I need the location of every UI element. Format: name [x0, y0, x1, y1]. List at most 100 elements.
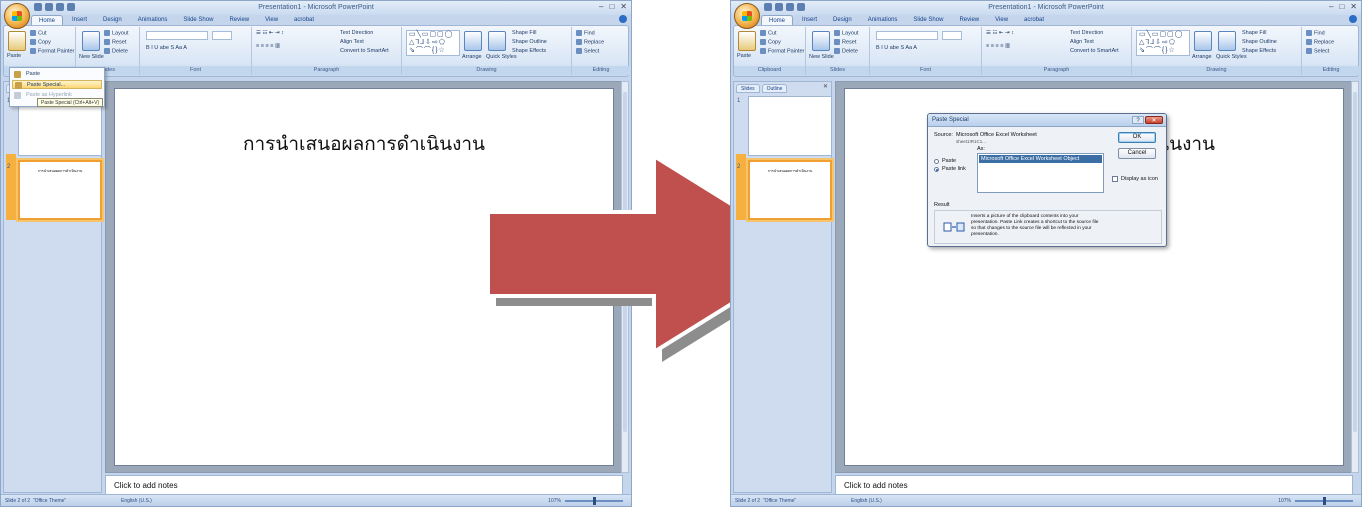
close-icon[interactable]: ✕ [822, 84, 829, 91]
notes-pane[interactable]: Click to add notes [835, 475, 1353, 495]
tab-acrobat[interactable]: acrobat [287, 15, 321, 25]
shape-fill-button[interactable]: Shape Fill [1242, 30, 1266, 36]
tab-animations[interactable]: Animations [131, 15, 175, 25]
shape-effects-button[interactable]: Shape Effects [512, 48, 546, 54]
replace-button[interactable]: Replace [1306, 39, 1334, 45]
paste-button[interactable]: Paste [7, 53, 21, 59]
select-button[interactable]: Select [576, 48, 599, 54]
tab-home[interactable]: Home [761, 15, 794, 25]
tab-view[interactable]: View [258, 15, 285, 25]
convert-smartart-button[interactable]: Convert to SmartArt [1070, 48, 1119, 54]
tab-design[interactable]: Design [96, 15, 129, 25]
align-text-button[interactable]: Align Text [1070, 39, 1094, 45]
arrange-button[interactable]: Arrange [1192, 54, 1212, 60]
minimize-icon[interactable]: – [1329, 2, 1333, 11]
tab-view[interactable]: View [988, 15, 1015, 25]
replace-button[interactable]: Replace [576, 39, 604, 45]
shape-effects-button[interactable]: Shape Effects [1242, 48, 1276, 54]
shape-outline-button[interactable]: Shape Outline [1242, 39, 1277, 45]
zoom-level[interactable]: 107% [1278, 495, 1291, 506]
align-row[interactable]: ≡ ≡ ≡ ≡ ▥ [986, 43, 1010, 49]
layout-button[interactable]: Layout [104, 30, 129, 36]
tab-review[interactable]: Review [222, 15, 256, 25]
quick-styles-icon[interactable] [1218, 31, 1236, 51]
tab-slide-show[interactable]: Slide Show [176, 15, 220, 25]
maximize-icon[interactable]: □ [1339, 2, 1344, 11]
paste-radio-label[interactable]: Paste [942, 158, 956, 164]
format-painter-button[interactable]: Format Painter [30, 48, 74, 54]
new-slide-button[interactable]: New Slide [79, 54, 104, 60]
tab-insert[interactable]: Insert [795, 15, 824, 25]
font-name-combo[interactable] [146, 31, 208, 40]
text-direction-button[interactable]: Text Direction [340, 30, 373, 36]
quick-styles-button[interactable]: Quick Styles [1216, 54, 1247, 60]
slide-thumbnail-1[interactable] [748, 96, 832, 156]
display-as-icon-checkbox[interactable] [1112, 176, 1118, 182]
tab-animations[interactable]: Animations [861, 15, 905, 25]
copy-button[interactable]: Copy [760, 39, 781, 45]
reset-button[interactable]: Reset [104, 39, 126, 45]
slide-thumbnail-2[interactable]: การนำเสนอผลการดำเนินงาน [748, 160, 832, 220]
close-icon[interactable]: ✕ [1350, 2, 1357, 11]
font-format-row[interactable]: B I U abe S Aa A [146, 45, 187, 51]
shape-fill-button[interactable]: Shape Fill [512, 30, 536, 36]
quick-styles-button[interactable]: Quick Styles [486, 54, 517, 60]
slide-thumbnail-2[interactable]: การนำเสนอผลการดำเนินงาน [18, 160, 102, 220]
new-slide-button[interactable]: New Slide [809, 54, 834, 60]
convert-smartart-button[interactable]: Convert to SmartArt [340, 48, 389, 54]
tab-design[interactable]: Design [826, 15, 859, 25]
help-icon[interactable] [619, 15, 627, 23]
tab-review[interactable]: Review [952, 15, 986, 25]
tab-slide-show[interactable]: Slide Show [906, 15, 950, 25]
font-size-combo[interactable] [212, 31, 232, 40]
scroll-thumb[interactable] [1353, 92, 1357, 432]
ok-button[interactable]: OK [1118, 132, 1156, 143]
paste-link-radio[interactable] [934, 167, 939, 172]
new-slide-icon[interactable] [812, 31, 830, 51]
minimize-icon[interactable]: – [599, 2, 603, 11]
shapes-gallery[interactable]: ▭╲▭▢▢◯ △⅂⅃⇩⇨⬠ ⇘⌒⌒{}☆ [406, 30, 460, 56]
close-icon[interactable]: ✕ [620, 2, 627, 11]
menu-item-paste[interactable]: Paste [12, 70, 102, 79]
cut-button[interactable]: Cut [30, 30, 47, 36]
tab-home[interactable]: Home [31, 15, 64, 25]
find-button[interactable]: Find [576, 30, 595, 36]
font-name-combo[interactable] [876, 31, 938, 40]
paste-radio[interactable] [934, 159, 939, 164]
arrange-icon[interactable] [1194, 31, 1212, 51]
tab-insert[interactable]: Insert [65, 15, 94, 25]
arrange-icon[interactable] [464, 31, 482, 51]
delete-button[interactable]: Delete [104, 48, 128, 54]
arrange-button[interactable]: Arrange [462, 54, 482, 60]
paste-link-radio-label[interactable]: Paste link [942, 166, 966, 172]
shapes-gallery[interactable]: ▭╲▭▢▢◯ △⅂⅃⇩⇨⬠ ⇘⌒⌒{}☆ [1136, 30, 1190, 56]
text-direction-button[interactable]: Text Direction [1070, 30, 1103, 36]
display-as-icon-label[interactable]: Display as icon [1121, 176, 1158, 182]
font-size-combo[interactable] [942, 31, 962, 40]
notes-pane[interactable]: Click to add notes [105, 475, 623, 495]
list-option-excel-object[interactable]: Microsoft Office Excel Worksheet Object [979, 155, 1102, 163]
align-text-button[interactable]: Align Text [340, 39, 364, 45]
align-row[interactable]: ≡ ≡ ≡ ≡ ▥ [256, 43, 280, 49]
bullets-row[interactable]: ☰ ☷ ⇤ ⇥ ↕ [256, 30, 284, 36]
zoom-slider[interactable] [1295, 497, 1353, 505]
close-icon[interactable]: ✕ [1145, 116, 1163, 124]
menu-item-paste-special[interactable]: Paste Special... [12, 80, 102, 89]
help-icon[interactable]: ? [1132, 116, 1144, 124]
font-format-row[interactable]: B I U abe S Aa A [876, 45, 917, 51]
zoom-level[interactable]: 107% [548, 495, 561, 506]
copy-button[interactable]: Copy [30, 39, 51, 45]
delete-button[interactable]: Delete [834, 48, 858, 54]
layout-button[interactable]: Layout [834, 30, 859, 36]
shape-outline-button[interactable]: Shape Outline [512, 39, 547, 45]
select-button[interactable]: Select [1306, 48, 1329, 54]
help-icon[interactable] [1349, 15, 1357, 23]
vertical-scrollbar[interactable] [1351, 81, 1359, 473]
office-button[interactable] [4, 3, 30, 29]
find-button[interactable]: Find [1306, 30, 1325, 36]
tab-outline-pane[interactable]: Outline [761, 84, 788, 93]
as-listbox[interactable]: Microsoft Office Excel Worksheet Object [977, 153, 1104, 193]
cancel-button[interactable]: Cancel [1118, 148, 1156, 159]
cut-button[interactable]: Cut [760, 30, 777, 36]
reset-button[interactable]: Reset [834, 39, 856, 45]
